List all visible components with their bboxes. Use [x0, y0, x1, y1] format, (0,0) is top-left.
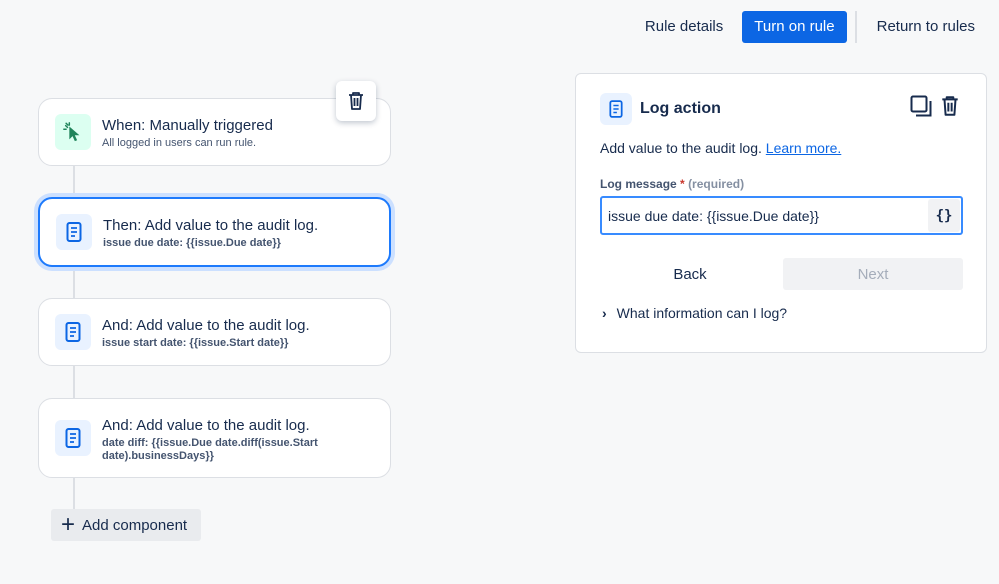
trash-icon[interactable]: [940, 95, 960, 122]
document-icon: [55, 314, 91, 350]
chevron-right-icon: ›: [602, 305, 607, 321]
log-message-field: {}: [600, 196, 963, 235]
description-text: Add value to the audit log.: [600, 140, 762, 156]
action-subtitle-line-2: date).businessDays}}: [102, 450, 214, 462]
document-icon: [600, 93, 632, 125]
plus-icon: +: [61, 511, 76, 538]
log-action-panel: Log action Add value to the audit log. L…: [575, 73, 987, 353]
action-title: And: Add value to the audit log.: [102, 417, 310, 434]
log-message-label: Log message * (required): [600, 177, 744, 191]
action-subtitle-line-1: date diff: {{issue.Due date.diff(issue.S…: [102, 437, 318, 449]
action-title: And: Add value to the audit log.: [102, 317, 310, 334]
rule-details-button[interactable]: Rule details: [635, 11, 733, 43]
panel-description: Add value to the audit log. Learn more.: [600, 140, 841, 156]
return-to-rules-button[interactable]: Return to rules: [867, 11, 985, 43]
action-card-2[interactable]: And: Add value to the audit log. issue s…: [38, 298, 391, 366]
delete-component-button[interactable]: [336, 81, 376, 121]
turn-on-rule-button[interactable]: Turn on rule: [742, 10, 847, 43]
cursor-click-icon: [55, 114, 91, 150]
trash-icon: [349, 92, 363, 110]
next-button[interactable]: Next: [783, 258, 963, 290]
help-expander-label: What information can I log?: [616, 305, 788, 321]
header-divider: [854, 10, 857, 43]
panel-toolbar: [910, 95, 960, 122]
action-card-1[interactable]: Then: Add value to the audit log. issue …: [38, 197, 391, 267]
required-asterisk: *: [680, 177, 685, 191]
add-component-button[interactable]: + Add component: [51, 509, 201, 541]
smart-value-braces-button[interactable]: {}: [928, 199, 960, 232]
trigger-title: When: Manually triggered: [102, 117, 273, 134]
learn-more-link[interactable]: Learn more.: [766, 140, 841, 156]
trigger-subtitle: All logged in users can run rule.: [102, 137, 257, 149]
action-title: Then: Add value to the audit log.: [103, 217, 319, 234]
header-actions: Rule details Turn on rule Return to rule…: [635, 10, 985, 43]
copy-icon[interactable]: [910, 95, 932, 122]
panel-title: Log action: [640, 100, 721, 117]
field-label-text: Log message: [600, 177, 677, 191]
help-expander[interactable]: › What information can I log?: [602, 305, 787, 321]
add-component-label: Add component: [82, 516, 188, 534]
document-icon: [55, 420, 91, 456]
document-icon: [56, 214, 92, 250]
action-subtitle: issue due date: {{issue.Due date}}: [103, 237, 281, 249]
action-card-3[interactable]: And: Add value to the audit log. date di…: [38, 398, 391, 478]
required-hint: (required): [688, 177, 745, 191]
back-button[interactable]: Back: [600, 258, 780, 290]
log-message-input[interactable]: [602, 198, 928, 233]
action-subtitle: issue start date: {{issue.Start date}}: [102, 337, 289, 349]
